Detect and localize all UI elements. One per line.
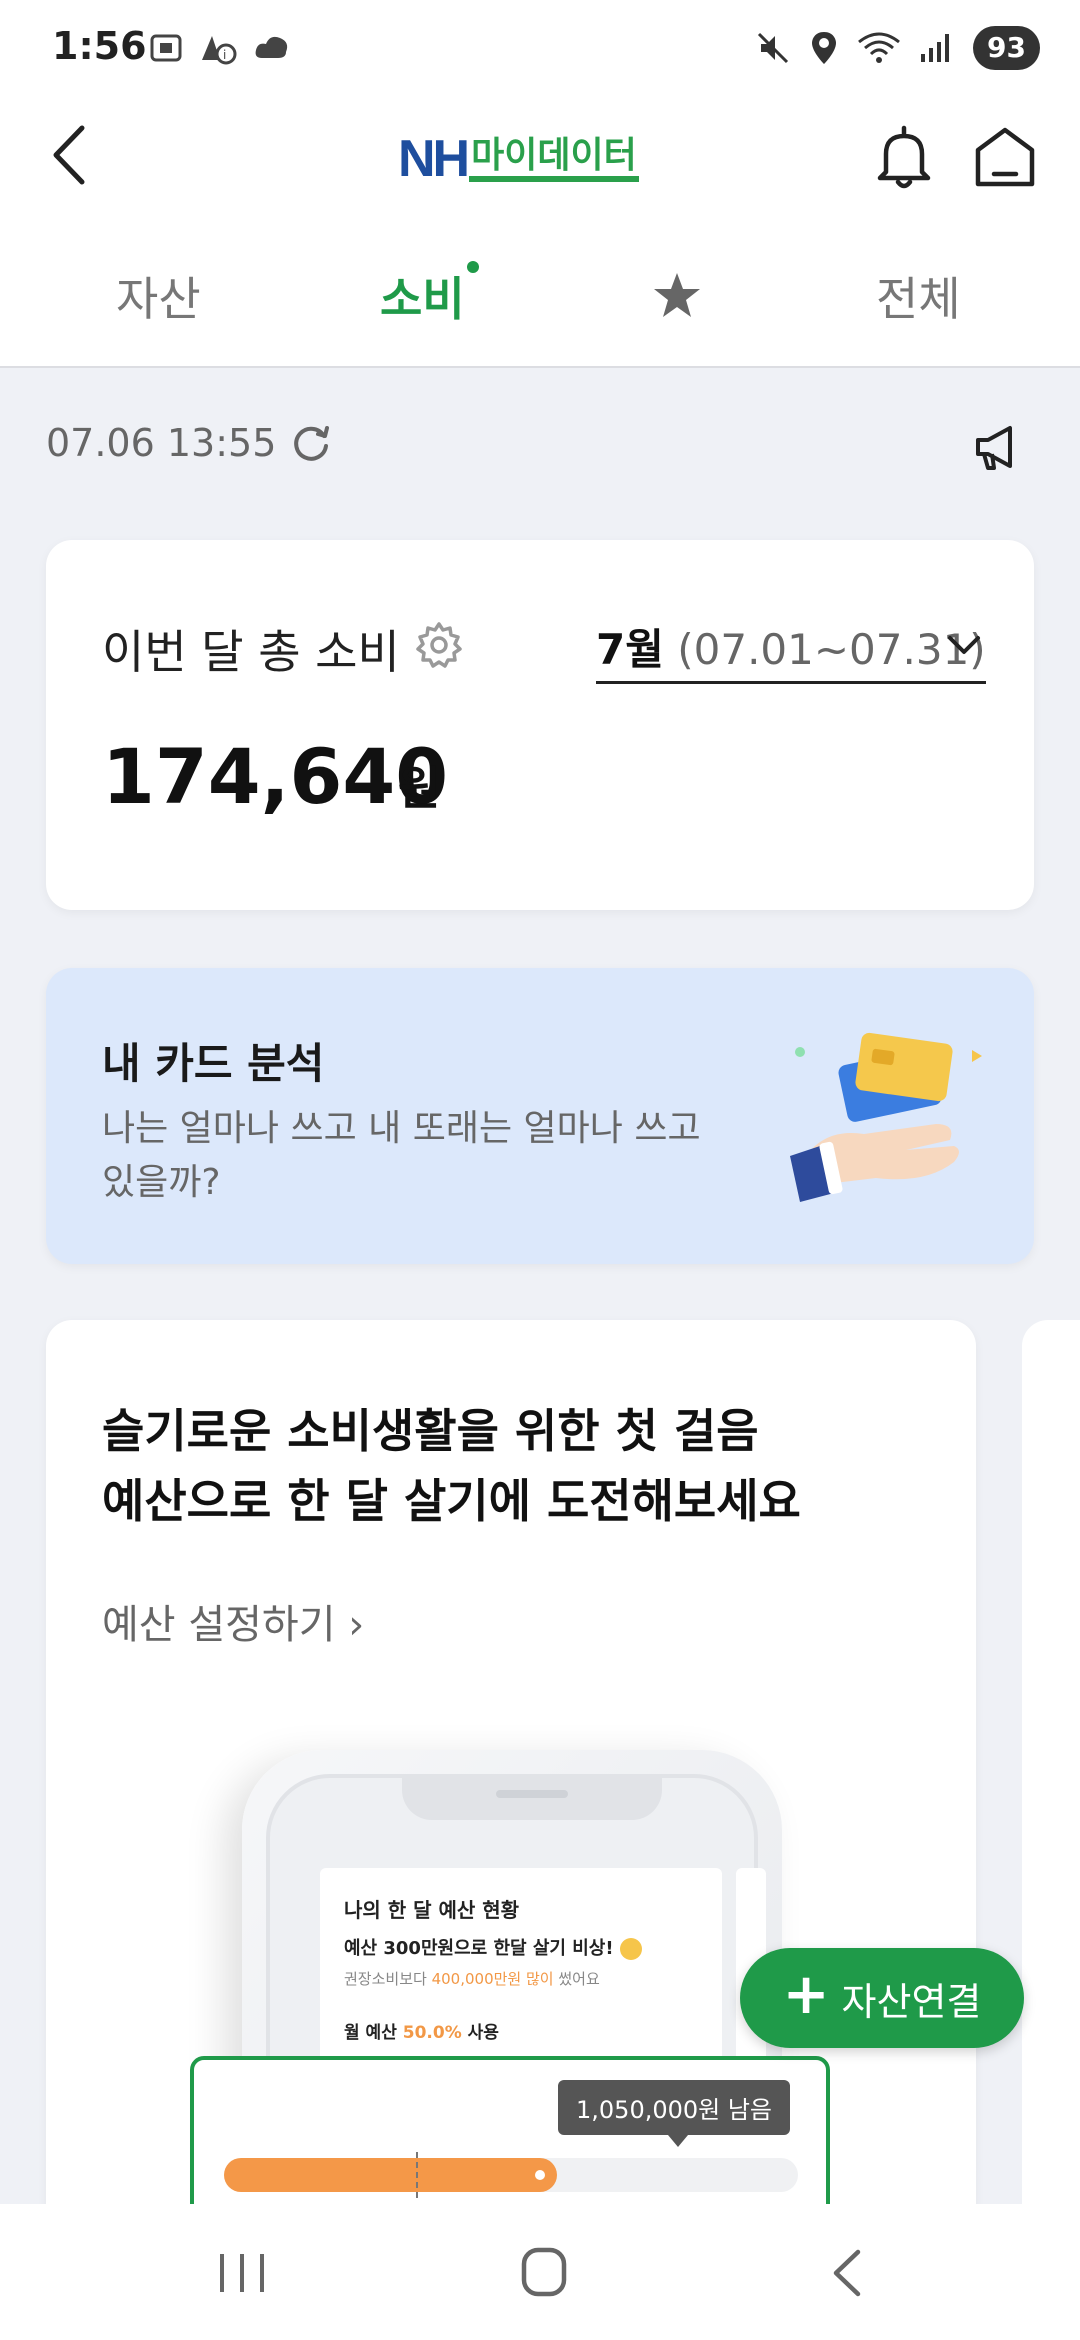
- month-label: 7월: [596, 625, 664, 674]
- budget-title: 슬기로운 소비생활을 위한 첫 걸음 예산으로 한 달 살기에 도전해보세요: [102, 1396, 801, 1536]
- megaphone-icon[interactable]: [970, 420, 1024, 474]
- budget-progress-fill: [224, 2158, 557, 2192]
- home-icon[interactable]: [972, 122, 1038, 192]
- nh-mydata-logo: NH 마이데이터: [398, 130, 639, 188]
- set-budget-link-label: 예산 설정하기: [102, 1602, 336, 1648]
- gear-icon[interactable]: [414, 620, 464, 670]
- set-budget-link[interactable]: 예산 설정하기 ›: [102, 1592, 364, 1650]
- mock-budget-title: 나의 한 달 예산 현황: [344, 1898, 520, 1922]
- monthly-total-label: 이번 달 총 소비: [102, 625, 400, 679]
- recommended-spend-marker: [416, 2152, 418, 2198]
- signal-icon: [921, 34, 950, 62]
- tab-favorites-star-icon[interactable]: [652, 271, 702, 321]
- worried-face-icon: [619, 1938, 642, 1960]
- tab-all[interactable]: 전체: [876, 263, 961, 329]
- budget-title-line1: 슬기로운 소비생활을 위한 첫 걸음: [102, 1404, 759, 1458]
- mute-icon: [757, 32, 789, 64]
- connect-assets-label: 자산연결: [841, 1979, 982, 2024]
- chevron-down-icon[interactable]: [944, 630, 984, 660]
- budget-progress-track: [224, 2152, 798, 2198]
- last-updated-row: 07.06 13:55: [46, 420, 334, 466]
- mock-budget-usage: 월 예산 50.0% 사용: [344, 2018, 499, 2043]
- main-tabs: 자산 소비 전체: [0, 215, 1080, 368]
- status-bar: 1:56 i 93: [0, 0, 1080, 100]
- phone-notch: [402, 1774, 662, 1820]
- card-analysis-banner[interactable]: 내 카드 분석 나는 얼마나 쓰고 내 또래는 얼마나 쓰고 있을까?: [46, 968, 1034, 1264]
- mock-usage-highlight: 50.0%: [402, 2023, 462, 2043]
- mock-note-highlight: 400,000만원 많이: [431, 1970, 554, 1988]
- banner-description: 나는 얼마나 쓰고 내 또래는 얼마나 쓰고 있을까?: [102, 1108, 701, 1203]
- home-nav-icon[interactable]: [504, 2240, 584, 2306]
- month-range: (07.01~07.31): [677, 625, 986, 674]
- system-nav-bar: [0, 2204, 1080, 2340]
- mock-budget-note: 권장소비보다 400,000만원 많이 썼어요: [344, 1968, 600, 1989]
- month-selector[interactable]: 7월 (07.01~07.31): [596, 616, 986, 684]
- currency-unit: 원: [398, 761, 441, 815]
- mock-budget-subtitle: 예산 300만원으로 한달 살기 비상!: [344, 1934, 642, 1960]
- mock-note-suffix: 썼어요: [558, 1970, 600, 1988]
- data-saver-icon: i: [202, 36, 237, 65]
- battery-indicator: 93: [973, 26, 1040, 70]
- refresh-icon[interactable]: [288, 420, 334, 466]
- budget-title-line2: 예산으로 한 달 살기에 도전해보세요: [102, 1474, 801, 1528]
- mock-usage-prefix: 월 예산: [344, 2023, 397, 2043]
- logo-nh: NH: [398, 130, 470, 188]
- budget-challenge-card: 슬기로운 소비생활을 위한 첫 걸음 예산으로 한 달 살기에 도전해보세요 예…: [46, 1320, 976, 2340]
- bell-icon[interactable]: [872, 122, 936, 192]
- banner-title: 내 카드 분석: [102, 1039, 325, 1088]
- recents-icon[interactable]: [202, 2240, 282, 2306]
- monthly-total-amount: 174,640: [102, 732, 449, 821]
- last-updated-time: 07.06 13:55: [46, 421, 277, 465]
- remaining-budget-tooltip: 1,050,000원 남음: [558, 2080, 791, 2147]
- tab-spending[interactable]: 소비: [380, 263, 465, 329]
- wifi-icon: [858, 32, 900, 63]
- budget-progress-knob: [535, 2170, 545, 2180]
- status-system-icons: 93: [755, 26, 1040, 70]
- new-indicator-dot: [467, 261, 479, 273]
- svg-text:i: i: [223, 48, 226, 62]
- plus-icon: +: [782, 1962, 830, 2027]
- mock-budget-subtitle-text: 예산 300만원으로 한달 살기 비상!: [344, 1938, 614, 1959]
- hand-holding-cards-illustration: [790, 1032, 982, 1202]
- chevron-right-icon: ›: [348, 1602, 365, 1648]
- logo-text: 마이데이터: [469, 136, 639, 182]
- status-time: 1:56: [52, 24, 147, 68]
- next-carousel-card[interactable]: [1022, 1320, 1080, 2340]
- screenshot-icon: [150, 34, 182, 62]
- cloud-icon: [255, 36, 288, 58]
- status-notification-icons: i: [148, 30, 292, 66]
- app-header: NH 마이데이터: [0, 100, 1080, 215]
- mock-note-prefix: 권장소비보다: [344, 1970, 427, 1988]
- back-nav-icon[interactable]: [808, 2240, 888, 2306]
- location-icon: [812, 32, 837, 64]
- mock-usage-suffix: 사용: [467, 2023, 499, 2043]
- monthly-total-card: 이번 달 총 소비 7월 (07.01~07.31) 174,640 원: [46, 540, 1034, 910]
- back-icon[interactable]: [38, 120, 108, 190]
- tab-asset[interactable]: 자산: [116, 263, 201, 329]
- connect-assets-button[interactable]: + 자산연결: [740, 1948, 1024, 2048]
